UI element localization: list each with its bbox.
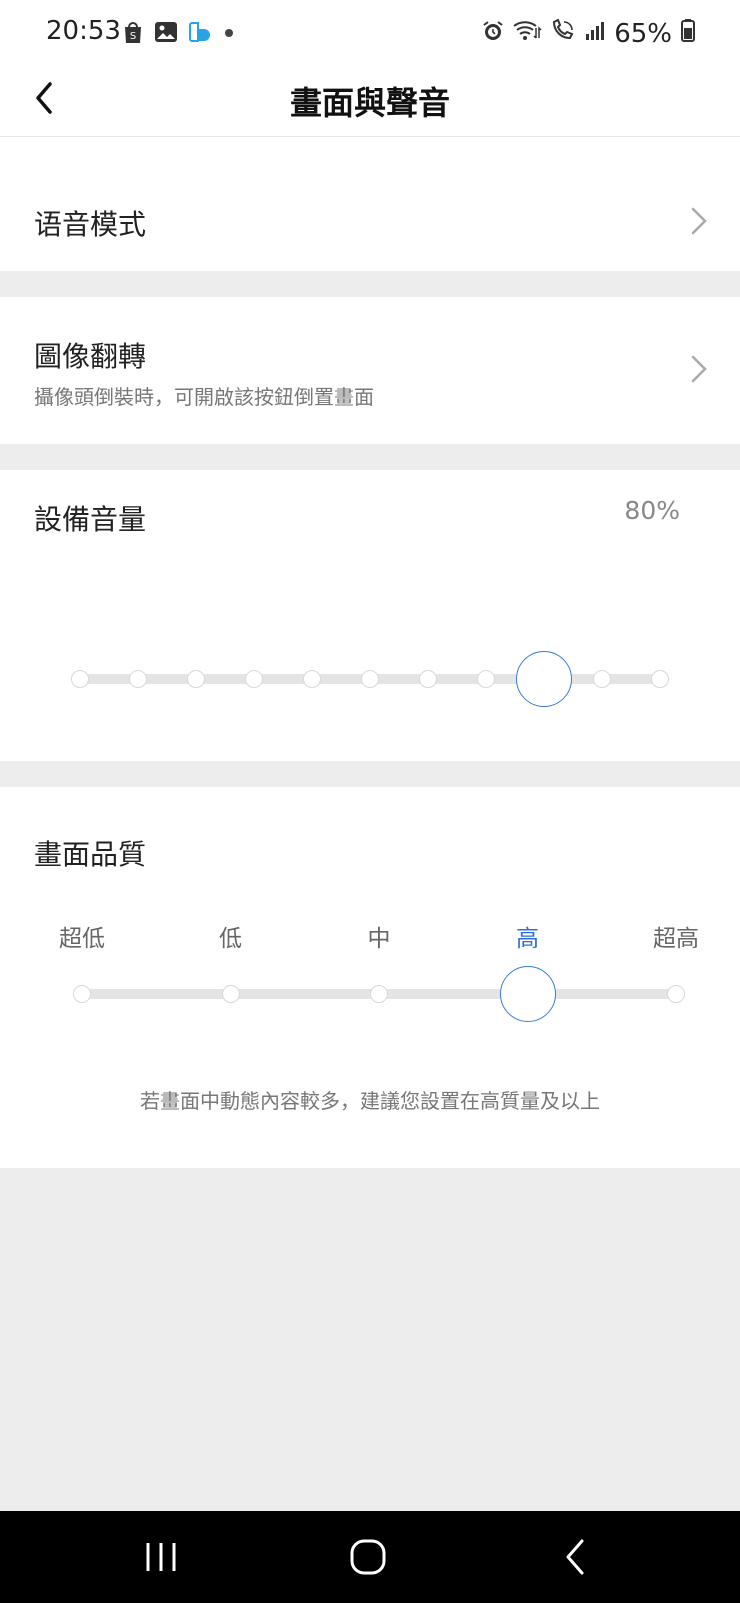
- battery-icon: [680, 18, 696, 49]
- status-bar: 20:53 S 65%: [0, 0, 740, 66]
- svg-text:S: S: [130, 31, 136, 42]
- volume-step-dot[interactable]: [129, 670, 147, 688]
- voice-mode-label: 语音模式: [34, 208, 147, 241]
- battery-percent: 65%: [614, 18, 672, 49]
- home-icon: [350, 1539, 386, 1575]
- volume-step-dot[interactable]: [361, 670, 379, 688]
- volume-step-dot[interactable]: [245, 670, 263, 688]
- quality-step-dot[interactable]: [370, 985, 388, 1003]
- recent-apps-icon: [146, 1543, 176, 1571]
- quality-step-dot[interactable]: [667, 985, 685, 1003]
- back-icon: [566, 1539, 584, 1575]
- volume-step-dot[interactable]: [419, 670, 437, 688]
- volume-step-dot[interactable]: [303, 670, 321, 688]
- recent-apps-button[interactable]: [140, 1537, 182, 1577]
- app-notification-icon: [188, 21, 212, 47]
- wifi-icon: [512, 18, 542, 49]
- image-flip-row[interactable]: 圖像翻轉 攝像頭倒裝時，可開啟該按鈕倒置畫面: [0, 297, 740, 444]
- volume-thumb[interactable]: [516, 651, 572, 707]
- quality-option-label[interactable]: 低: [219, 919, 242, 953]
- app-header: 畫面與聲音: [0, 66, 740, 137]
- dot-icon: [222, 25, 236, 44]
- quality-option-label[interactable]: 超高: [653, 919, 699, 953]
- chevron-right-icon: [691, 207, 707, 235]
- wifi-call-icon: [550, 18, 576, 49]
- image-flip-label: 圖像翻轉: [34, 340, 147, 373]
- picture-quality-card: 畫面品質 超低低中高超高 若畫面中動態內容較多，建議您設置在高質量及以上: [0, 787, 740, 1168]
- quality-option-label[interactable]: 中: [368, 919, 391, 953]
- volume-step-dot[interactable]: [593, 670, 611, 688]
- quality-option-label[interactable]: 超低: [59, 919, 105, 953]
- quality-hint: 若畫面中動態內容較多，建議您設置在高質量及以上: [140, 1089, 600, 1113]
- volume-step-dot[interactable]: [187, 670, 205, 688]
- device-volume-slider[interactable]: [0, 470, 740, 761]
- system-nav-bar: [0, 1511, 740, 1603]
- device-volume-card: 設備音量 80%: [0, 470, 740, 761]
- status-time: 20:53: [46, 16, 121, 46]
- gallery-icon: [154, 21, 178, 47]
- chevron-right-icon: [691, 355, 707, 383]
- page-title: 畫面與聲音: [289, 84, 450, 122]
- alarm-icon: [482, 19, 504, 49]
- voice-mode-row[interactable]: 语音模式: [0, 137, 740, 271]
- quality-step-dot[interactable]: [221, 985, 240, 1003]
- nav-back-button[interactable]: [556, 1535, 596, 1579]
- shopee-icon: S: [122, 20, 144, 48]
- volume-step-dot[interactable]: [71, 670, 89, 688]
- signal-icon: [584, 19, 606, 49]
- quality-option-label[interactable]: 高: [516, 919, 539, 953]
- volume-step-dot[interactable]: [477, 670, 495, 688]
- quality-thumb[interactable]: [499, 966, 556, 1022]
- image-flip-sublabel: 攝像頭倒裝時，可開啟該按鈕倒置畫面: [34, 385, 374, 409]
- home-button[interactable]: [346, 1535, 390, 1579]
- quality-step-dot[interactable]: [73, 985, 91, 1003]
- volume-step-dot[interactable]: [651, 670, 669, 688]
